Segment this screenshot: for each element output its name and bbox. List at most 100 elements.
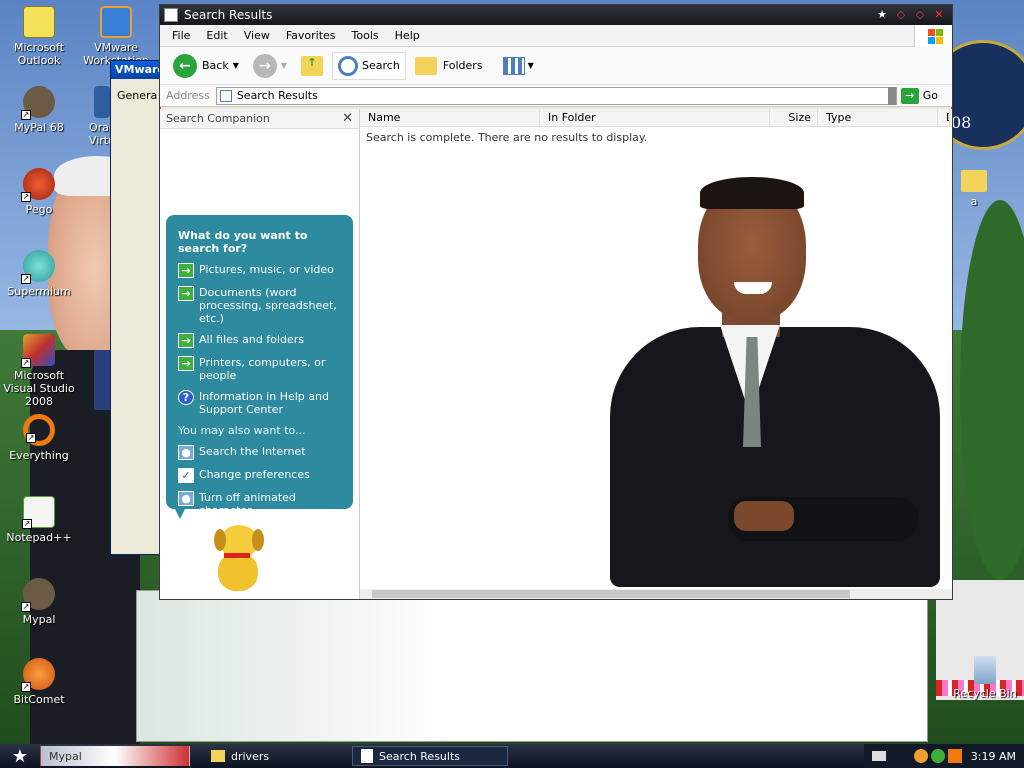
menu-edit[interactable]: Edit bbox=[198, 29, 235, 42]
green-arrow-icon: → bbox=[178, 356, 194, 371]
chevron-down-icon[interactable]: ▼ bbox=[233, 61, 239, 70]
maximize-button[interactable]: ◇ bbox=[911, 7, 929, 23]
go-arrow-icon[interactable]: → bbox=[900, 87, 919, 104]
desktop-icon-supermium[interactable]: ↗ Supermium bbox=[0, 250, 78, 298]
column-in-folder[interactable]: In Folder bbox=[540, 109, 770, 127]
tray-app-icon[interactable] bbox=[913, 749, 928, 763]
desktop-icon-mypal[interactable]: ↗ Mypal bbox=[0, 578, 78, 626]
option-pictures[interactable]: → Pictures, music, or video bbox=[178, 263, 341, 278]
vmware-icon bbox=[100, 6, 132, 38]
option-help[interactable]: ? Information in Help and Support Center bbox=[178, 390, 341, 416]
horizontal-scrollbar[interactable] bbox=[360, 589, 952, 599]
address-label: Address bbox=[166, 89, 210, 102]
go-button[interactable]: Go bbox=[923, 89, 938, 102]
desktop-icon-recycle-bin[interactable]: Recycle Bin bbox=[950, 656, 1020, 700]
up-folder-icon: ↑ bbox=[301, 55, 324, 76]
option-search-internet[interactable]: ● Search the Internet bbox=[178, 445, 341, 460]
green-arrow-icon: → bbox=[178, 263, 194, 278]
option-label: Information in Help and Support Center bbox=[199, 390, 329, 416]
search-tray-icon[interactable] bbox=[947, 749, 962, 763]
search-companion-balloon: What do you want to search for? → Picture… bbox=[166, 215, 353, 517]
up-folder-button[interactable]: ↑ bbox=[296, 53, 328, 79]
chevron-down-icon: ▼ bbox=[527, 61, 534, 70]
window-body: Search Companion ✕ What do you want to s… bbox=[160, 109, 952, 599]
supermium-icon: ↗ bbox=[21, 250, 55, 284]
window-icon bbox=[164, 8, 178, 22]
desktop-icon-notepadpp[interactable]: ↗ Notepad++ bbox=[0, 496, 78, 544]
option-turn-off-character[interactable]: ● Turn off animated character bbox=[178, 491, 341, 517]
forward-arrow-icon: → bbox=[252, 53, 277, 78]
scrollbar-thumb[interactable] bbox=[372, 590, 850, 598]
search-companion-pane: Search Companion ✕ What do you want to s… bbox=[160, 109, 360, 599]
column-size[interactable]: Size bbox=[770, 109, 818, 127]
mypal-icon: ↗ bbox=[21, 578, 55, 612]
green-arrow-icon: → bbox=[178, 286, 194, 301]
address-dropdown[interactable] bbox=[887, 86, 896, 105]
desktop-icon-label: Microsoft Outlook bbox=[13, 41, 65, 67]
title-bar[interactable]: Search Results ★ ◇ ◇ ✕ bbox=[160, 5, 952, 25]
folders-button[interactable]: Folders bbox=[410, 54, 488, 78]
back-label: Back bbox=[202, 59, 229, 72]
toolbar: ← Back ▼ → ▼ ↑ Search Folders ▼ bbox=[160, 47, 952, 85]
desktop-icon-visual-studio[interactable]: ↗ Microsoft Visual Studio 2008 bbox=[0, 334, 78, 408]
option-label: Change preferences bbox=[199, 468, 310, 481]
column-date[interactable]: D bbox=[938, 109, 950, 127]
mypal-icon: ↗ bbox=[21, 86, 55, 120]
results-pane: Name In Folder Size Type D Search is com… bbox=[360, 109, 952, 599]
taskbar-item-mypal[interactable]: Mypal bbox=[40, 746, 190, 766]
address-input[interactable]: Search Results bbox=[215, 86, 897, 105]
window-title: Search Results bbox=[184, 8, 273, 22]
keyboard-icon[interactable] bbox=[871, 751, 886, 761]
option-documents[interactable]: → Documents (word processing, spreadsheet… bbox=[178, 286, 341, 325]
taskbar: ★ Mypal drivers Search Results 3:19 AM bbox=[0, 744, 1024, 768]
menu-tools[interactable]: Tools bbox=[344, 29, 387, 42]
option-all-files[interactable]: → All files and folders bbox=[178, 333, 341, 348]
clock[interactable]: 3:19 AM bbox=[971, 750, 1016, 763]
desktop-icon-outlook[interactable]: Microsoft Outlook bbox=[0, 6, 78, 67]
visual-studio-icon: ↗ bbox=[21, 334, 55, 368]
option-label: All files and folders bbox=[199, 333, 304, 346]
menu-bar: File Edit View Favorites Tools Help bbox=[160, 24, 952, 47]
taskbar-item-drivers[interactable]: drivers bbox=[202, 746, 352, 766]
chevron-down-icon[interactable]: ▼ bbox=[281, 61, 287, 70]
desktop-icon-bitcomet[interactable]: ↗ BitComet bbox=[0, 658, 78, 706]
desktop-icon-mypal68[interactable]: ↗ MyPal 68 bbox=[0, 86, 78, 134]
forward-button[interactable]: → ▼ bbox=[248, 51, 292, 81]
option-change-preferences[interactable]: ✓ Change preferences bbox=[178, 468, 341, 483]
option-printers[interactable]: → Printers, computers, or people bbox=[178, 356, 341, 382]
search-results-window[interactable]: Search Results ★ ◇ ◇ ✕ File Edit View Fa… bbox=[159, 4, 953, 600]
desktop-icon-label: Everything bbox=[9, 449, 69, 462]
windows-logo-icon bbox=[914, 24, 952, 47]
column-type[interactable]: Type bbox=[818, 109, 938, 127]
desktop-icon-label: BitComet bbox=[13, 693, 65, 706]
desktop-icon-label: Supermium bbox=[7, 285, 71, 298]
menu-favorites[interactable]: Favorites bbox=[278, 29, 344, 42]
pego-icon: ↗ bbox=[21, 168, 55, 202]
balloon-tail bbox=[174, 507, 186, 519]
close-button[interactable]: ✕ bbox=[930, 7, 948, 23]
desktop-icon-vmware[interactable]: VMware Workstation bbox=[78, 6, 154, 67]
start-button[interactable]: ★ bbox=[0, 744, 40, 768]
menu-view[interactable]: View bbox=[236, 29, 278, 42]
search-button[interactable]: Search bbox=[332, 51, 406, 80]
everything-icon: ↗ bbox=[23, 414, 55, 446]
back-button[interactable]: ← Back ▼ bbox=[168, 51, 244, 81]
menu-help[interactable]: Help bbox=[387, 29, 428, 42]
desktop-icon-pego[interactable]: ↗ Pego bbox=[0, 168, 78, 216]
views-button[interactable]: ▼ bbox=[498, 54, 539, 78]
desktop-icon-everything[interactable]: ↗ Everything bbox=[0, 414, 78, 462]
option-label: Printers, computers, or people bbox=[199, 356, 326, 382]
folders-icon bbox=[414, 56, 437, 75]
search-results-icon bbox=[219, 89, 232, 102]
taskbar-item-search-results[interactable]: Search Results bbox=[352, 746, 508, 766]
menu-file[interactable]: File bbox=[164, 29, 198, 42]
minimize-button[interactable]: ◇ bbox=[892, 7, 910, 23]
system-tray: 3:19 AM bbox=[863, 744, 1024, 768]
pin-icon[interactable]: ★ bbox=[873, 7, 891, 23]
taskbar-item-label: Search Results bbox=[379, 749, 461, 763]
network-icon[interactable] bbox=[930, 749, 945, 763]
column-name[interactable]: Name bbox=[360, 109, 540, 127]
search-dog-character[interactable] bbox=[210, 523, 266, 593]
views-icon bbox=[502, 56, 525, 75]
close-icon[interactable]: ✕ bbox=[342, 111, 353, 126]
